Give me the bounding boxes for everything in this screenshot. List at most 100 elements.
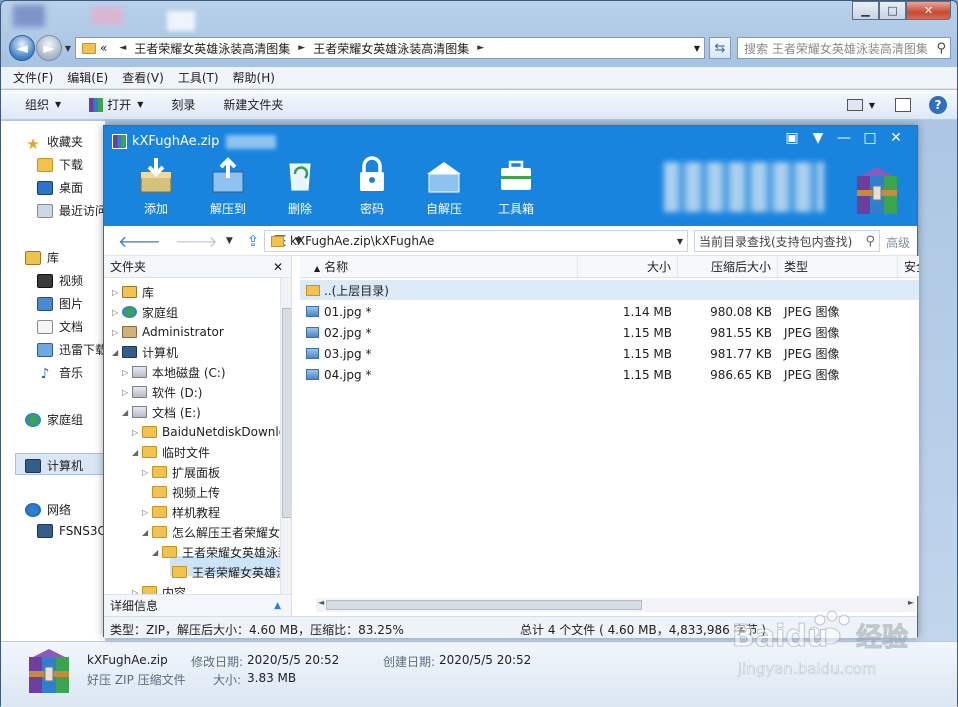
tree-item[interactable]: ◢ 临时文件 — [132, 442, 210, 462]
recent-pages-dropdown[interactable]: ▼ — [62, 44, 74, 53]
collapse-icon[interactable]: ◢ — [152, 548, 162, 557]
breadcrumb-overflow[interactable]: « — [100, 41, 107, 55]
tree-item[interactable]: ▷ Administrator — [112, 322, 224, 342]
preview-pane-icon[interactable] — [895, 98, 911, 112]
search-input[interactable]: 搜索 王者荣耀女英雄泳装高清图集 ⚲ — [737, 37, 951, 59]
nav-downloads[interactable]: 下载 — [37, 156, 83, 173]
open-button[interactable]: 打开 ▼ — [89, 96, 143, 113]
address-dropdown-icon[interactable]: ▼ — [694, 44, 700, 53]
tree-item[interactable]: ◢ 计算机 — [112, 342, 178, 362]
file-list-hscrollbar[interactable]: ◄ ► — [316, 598, 916, 612]
close-icon[interactable]: ✕ — [273, 260, 283, 274]
breadcrumb-item[interactable]: 王者荣耀女英雄泳装高清图集 — [134, 40, 290, 57]
collapse-up-icon[interactable]: ▲ — [274, 601, 281, 611]
nav-network[interactable]: 网络 — [25, 501, 71, 518]
maximize-button[interactable]: □ — [857, 130, 883, 146]
address-bar[interactable]: « ◄ 王者荣耀女英雄泳装高清图集 ► 王者荣耀女英雄泳装高清图集 ► ▼ — [75, 37, 705, 59]
tree-item[interactable]: ▷ 本地磁盘 (C:) — [122, 362, 226, 382]
search-icon[interactable]: ⚲ — [865, 234, 875, 249]
nav-documents[interactable]: 文档 — [37, 318, 83, 335]
collapse-icon[interactable]: ◢ — [142, 528, 152, 537]
tree-item[interactable]: ▷ 扩展面板 — [142, 462, 220, 482]
tree-scrollbar[interactable] — [280, 278, 291, 594]
scroll-left-icon[interactable]: ◄ — [318, 598, 324, 607]
file-row[interactable]: 02.jpg * 1.15 MB 981.55 KB JPEG 图像 — [300, 323, 919, 343]
expand-icon[interactable]: ▷ — [142, 468, 152, 477]
collapse-icon[interactable]: ◢ — [132, 448, 142, 457]
expand-icon[interactable]: ▷ — [132, 428, 142, 437]
path-dropdown-icon[interactable]: ▼ — [677, 237, 683, 246]
nav-thunder-downloads[interactable]: 迅雷下载 — [37, 341, 107, 358]
tree-item[interactable]: 视频上传 — [142, 482, 220, 502]
up-folder-icon[interactable]: ⇪ — [247, 232, 260, 250]
chevron-down-icon[interactable]: ▼ — [226, 236, 233, 246]
new-folder-button[interactable]: 新建文件夹 — [223, 96, 283, 113]
scrollbar-thumb[interactable] — [326, 600, 642, 610]
maximize-button[interactable]: □ — [879, 1, 906, 20]
collapse-icon[interactable]: ◢ — [112, 348, 122, 357]
view-mode-icon[interactable] — [846, 99, 863, 111]
expand-icon[interactable]: ▷ — [122, 368, 132, 377]
nav-network-pc[interactable]: FSNS3C — [37, 524, 106, 538]
expand-icon[interactable]: ▷ — [112, 288, 122, 297]
add-button[interactable]: 添加 — [120, 156, 192, 217]
forward-button[interactable]: ► — [36, 35, 62, 61]
column-type[interactable]: 类型 — [778, 256, 898, 278]
tree-item[interactable]: ▷ BaiduNetdiskDownload — [132, 422, 291, 442]
minimize-button[interactable]: — — [831, 130, 857, 146]
chevron-down-icon[interactable]: ▼ — [869, 101, 875, 110]
nav-pictures[interactable]: 图片 — [37, 295, 83, 312]
self-extract-button[interactable]: 自解压 — [408, 156, 480, 217]
expand-icon[interactable]: ▷ — [122, 388, 132, 397]
file-row[interactable]: 04.jpg * 1.15 MB 986.65 KB JPEG 图像 — [300, 365, 919, 385]
back-arrow-icon[interactable]: 🡐 — [118, 231, 161, 251]
menu-edit[interactable]: 编辑(E) — [67, 69, 108, 86]
nav-recent[interactable]: 最近访问 — [37, 202, 107, 219]
menu-dropdown-icon[interactable]: ▼ — [805, 130, 831, 146]
parent-directory-row[interactable]: ..(上层目录) — [300, 280, 919, 300]
burn-button[interactable]: 刻录 — [171, 96, 195, 113]
back-button[interactable]: ◄ — [9, 35, 35, 61]
advanced-search-link[interactable]: 高级 — [886, 234, 910, 251]
nav-music[interactable]: ♪ 音乐 — [37, 364, 83, 382]
expand-icon[interactable]: ▷ — [142, 508, 152, 517]
file-row[interactable]: 01.jpg * 1.14 MB 980.08 KB JPEG 图像 — [300, 302, 919, 322]
archive-path-field[interactable]: kXFughAe.zip\kXFughAe ▼ — [264, 230, 688, 252]
nav-homegroup[interactable]: 家庭组 — [25, 411, 83, 428]
tree-item[interactable]: ◢ 怎么解压王者荣耀女英雄泳装高清图集 — [142, 522, 291, 542]
tree-item[interactable]: ◢ 文档 (E:) — [122, 402, 201, 422]
toolbox-button[interactable]: 工具箱 — [480, 156, 552, 217]
menu-help[interactable]: 帮助(H) — [233, 69, 275, 86]
column-size[interactable]: 大小 — [578, 256, 678, 278]
breadcrumb-separator-icon[interactable]: ► — [477, 43, 484, 53]
column-security[interactable]: 安全 — [898, 256, 919, 278]
nav-videos[interactable]: 视频 — [37, 272, 83, 289]
expand-icon[interactable]: ▷ — [112, 308, 122, 317]
details-toggle[interactable]: 详细信息 ▲ — [104, 594, 292, 616]
archive-search-input[interactable]: 当前目录查找(支持包内查找) ⚲ — [694, 230, 880, 252]
file-row[interactable]: 03.jpg * 1.15 MB 981.77 KB JPEG 图像 — [300, 344, 919, 364]
tree-item[interactable]: ▷ 软件 (D:) — [122, 382, 202, 402]
tree-item[interactable]: ▷ 内容 — [132, 582, 186, 594]
breadcrumb-separator-icon[interactable]: ► — [298, 43, 305, 53]
nav-libraries[interactable]: 库 — [25, 249, 59, 266]
tree-item[interactable]: ◢ 王者荣耀女英雄泳装高清图集 — [152, 542, 291, 562]
password-button[interactable]: 密码 — [336, 156, 408, 217]
tree-item[interactable]: ▷ 样机教程 — [142, 502, 220, 522]
close-button[interactable]: ✕ — [906, 1, 951, 20]
help-icon[interactable]: ? — [929, 96, 947, 114]
delete-button[interactable]: 删除 — [264, 156, 336, 217]
tree-item[interactable]: ▷ 家庭组 — [112, 302, 178, 322]
close-button[interactable]: ✕ — [883, 130, 909, 146]
nav-computer[interactable]: 计算机 — [25, 457, 83, 474]
menu-view[interactable]: 查看(V) — [122, 69, 164, 86]
expand-icon[interactable]: ▷ — [112, 328, 122, 337]
refresh-button[interactable]: ⇆ — [709, 37, 731, 59]
column-packed-size[interactable]: 压缩后大小 — [678, 256, 778, 278]
tree-item[interactable]: ▷ 库 — [112, 282, 154, 302]
extract-to-button[interactable]: 解压到 — [192, 156, 264, 217]
menu-file[interactable]: 文件(F) — [13, 69, 53, 86]
nav-favorites[interactable]: ★ 收藏夹 — [25, 133, 83, 153]
menu-tools[interactable]: 工具(T) — [178, 69, 219, 86]
collapse-icon[interactable]: ◢ — [122, 408, 132, 417]
